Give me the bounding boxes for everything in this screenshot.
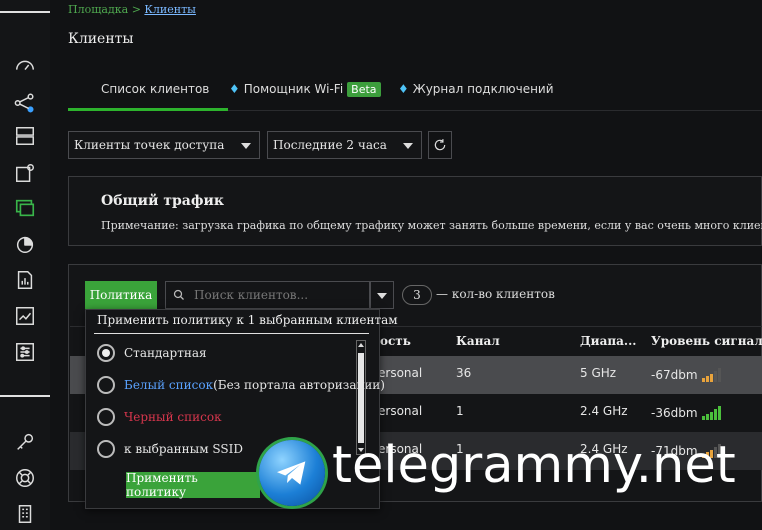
- support-icon[interactable]: [13, 466, 37, 490]
- policy-option-blacklist[interactable]: Черный список: [97, 408, 222, 426]
- signal-bar: [705, 414, 709, 420]
- policy-option-standard[interactable]: Стандартная: [97, 344, 207, 362]
- column-header-channel[interactable]: Канал: [456, 334, 500, 348]
- apply-policy-button[interactable]: Применить политику: [126, 471, 260, 499]
- chevron-down-icon: [377, 293, 387, 299]
- dashboard-icon[interactable]: [13, 53, 37, 77]
- settings-icon[interactable]: [13, 340, 37, 364]
- tab-wifi-assistant[interactable]: ♦ Помощник Wi-Fi Beta: [229, 82, 381, 97]
- signal-bar: [709, 412, 713, 420]
- traffic-heading: Общий трафик: [101, 193, 224, 209]
- signal-bar: [717, 368, 721, 382]
- option-label: Черный список: [124, 410, 222, 424]
- option-label: к выбранным SSID: [124, 442, 243, 456]
- policy-button[interactable]: Политика: [85, 281, 157, 309]
- column-header-signal[interactable]: Уровень сигнала: [651, 334, 762, 348]
- tab-label: Список клиентов: [101, 82, 210, 96]
- traffic-panel: Общий трафик Примечание: загрузка график…: [68, 176, 762, 246]
- column-header-band[interactable]: Диапа...: [580, 334, 636, 348]
- statistics-icon[interactable]: [13, 232, 37, 256]
- search-box: [165, 281, 370, 309]
- refresh-button[interactable]: [428, 131, 452, 159]
- search-input[interactable]: [192, 287, 366, 303]
- chevron-down-icon: [403, 143, 413, 149]
- insights-icon[interactable]: [13, 304, 37, 328]
- cell-signal: -36dbm: [651, 406, 721, 420]
- signal-bar: [717, 406, 721, 420]
- signal-bar: [701, 416, 705, 420]
- breadcrumb-root[interactable]: Площадка >: [68, 3, 141, 16]
- signal-bars-icon: [701, 368, 721, 382]
- refresh-icon: [434, 139, 446, 151]
- search-filter-dropdown[interactable]: [370, 281, 394, 309]
- diamond-icon: ♦: [398, 82, 409, 96]
- popup-divider: [94, 333, 369, 334]
- map-icon[interactable]: [13, 161, 37, 185]
- clients-icon[interactable]: [13, 196, 37, 220]
- building-icon[interactable]: [13, 502, 37, 526]
- client-type-value: Клиенты точек доступа: [74, 138, 225, 152]
- radio-button[interactable]: [97, 344, 115, 362]
- signal-bar: [705, 376, 709, 382]
- breadcrumb: Площадка > Клиенты: [68, 3, 196, 16]
- tab-label: Журнал подключений: [412, 82, 554, 96]
- client-count-badge: 3: [402, 285, 432, 305]
- radio-button[interactable]: [97, 376, 115, 394]
- signal-value: -36dbm: [651, 406, 698, 420]
- tab-client-list[interactable]: Список клиентов: [101, 82, 209, 96]
- key-icon[interactable]: [13, 430, 37, 454]
- scroll-up-icon[interactable]: [358, 343, 364, 347]
- devices-icon[interactable]: [13, 124, 37, 148]
- signal-bar: [709, 374, 713, 382]
- column-header-security[interactable]: ость: [380, 334, 411, 348]
- signal-value: -67dbm: [651, 368, 698, 382]
- signal-bar: [713, 371, 717, 382]
- popup-title: Применить политику к 1 выбранным клиента…: [97, 313, 398, 327]
- sidebar-divider: [0, 11, 50, 13]
- breadcrumb-current[interactable]: Клиенты: [144, 3, 196, 16]
- period-value: Последние 2 часа: [273, 138, 387, 152]
- client-type-select[interactable]: Клиенты точек доступа: [68, 131, 260, 159]
- sidebar-divider: [0, 395, 50, 397]
- page-title: Клиенты: [68, 31, 134, 47]
- option-label: Стандартная: [124, 346, 207, 360]
- period-select[interactable]: Последние 2 часа: [267, 131, 422, 159]
- diamond-icon: ♦: [229, 82, 240, 96]
- signal-bars-icon: [701, 406, 721, 420]
- traffic-note: Примечание: загрузка графика по общему т…: [101, 219, 762, 232]
- search-icon: [173, 289, 184, 300]
- cell-security: ersonal: [378, 404, 423, 418]
- scrollbar-thumb[interactable]: [358, 353, 364, 443]
- reports-icon[interactable]: [13, 268, 37, 292]
- topology-icon[interactable]: [13, 91, 37, 115]
- radio-button[interactable]: [97, 408, 115, 426]
- option-label: Белый список: [124, 378, 214, 392]
- active-tab-indicator: [68, 108, 228, 111]
- cell-channel: 1: [456, 404, 464, 418]
- signal-bar: [701, 378, 705, 382]
- tab-label: Помощник Wi-Fi: [243, 82, 344, 96]
- radio-button[interactable]: [97, 440, 115, 458]
- cell-band: 2.4 GHz: [580, 404, 628, 418]
- tab-connection-log[interactable]: ♦ Журнал подключений: [398, 82, 554, 96]
- cell-signal: -67dbm: [651, 368, 721, 382]
- chevron-down-icon: [241, 143, 251, 149]
- telegram-logo-icon: [259, 440, 325, 506]
- cell-band: 5 GHz: [580, 366, 617, 380]
- watermark-text: telegrammy.net: [332, 436, 736, 495]
- sidebar: [0, 0, 50, 530]
- policy-option-whitelist[interactable]: Белый список (Без портала авторизации): [97, 376, 385, 394]
- client-count-label: — кол-во клиентов: [436, 287, 555, 301]
- beta-badge: Beta: [347, 82, 381, 97]
- signal-bar: [713, 409, 717, 420]
- policy-option-ssid[interactable]: к выбранным SSID: [97, 440, 243, 458]
- cell-channel: 36: [456, 366, 472, 380]
